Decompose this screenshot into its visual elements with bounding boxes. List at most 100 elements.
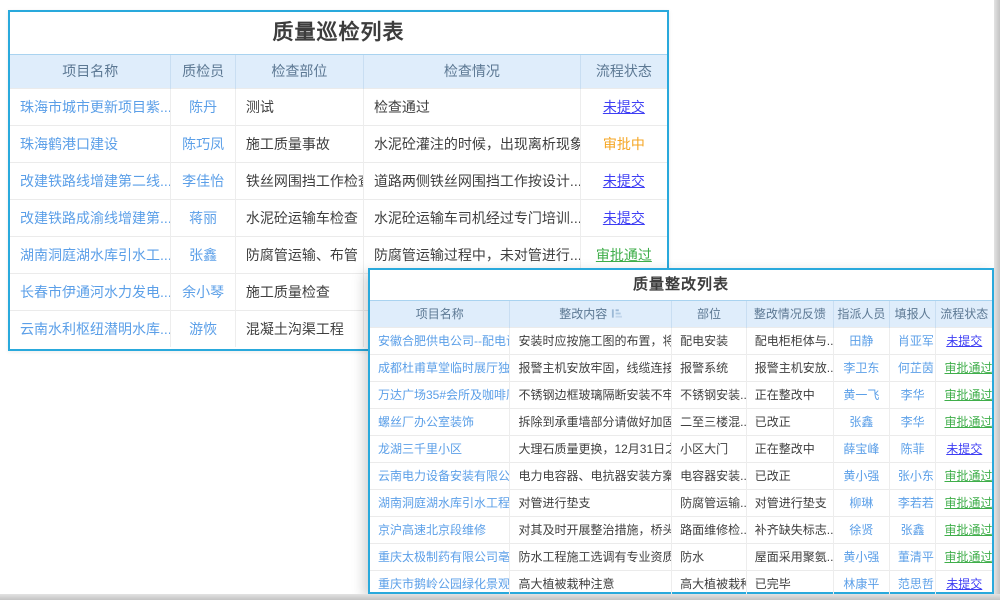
project-cell[interactable]: 重庆市鹅岭公园绿化景观提升... — [370, 570, 510, 597]
col-header-content[interactable]: 整改内容 — [510, 301, 672, 327]
col-header-part: 检查部位 — [235, 55, 363, 88]
reporter-cell[interactable]: 何芷茵 — [889, 354, 936, 381]
inspector-cell[interactable]: 余小琴 — [171, 273, 235, 310]
assignee-cell[interactable]: 李卫东 — [833, 354, 889, 381]
content-cell: 电力电容器、电抗器安装方案... — [510, 462, 672, 489]
project-cell[interactable]: 长春市伊通河水力发电... — [10, 273, 171, 310]
window-edge-right — [994, 0, 1000, 600]
feedback-cell: 补齐缺失标志... — [746, 516, 833, 543]
col-header-feedback: 整改情况反馈 — [746, 301, 833, 327]
inspector-cell[interactable]: 游恢 — [171, 310, 235, 347]
reporter-cell[interactable]: 董清平 — [889, 543, 936, 570]
reporter-cell[interactable]: 陈菲 — [889, 435, 936, 462]
reporter-cell[interactable]: 李华 — [889, 381, 936, 408]
inspector-cell[interactable]: 张鑫 — [171, 236, 235, 273]
project-cell[interactable]: 珠海鹤港口建设 — [10, 125, 171, 162]
table-row: 龙湖三千里小区大理石质量更换，12月31日之...小区大门正在整改中薛宝峰陈菲未… — [370, 435, 992, 462]
table-row: 螺丝厂办公室装饰拆除到承重墙部分请做好加固...二至三楼混...已改正张鑫李华审… — [370, 408, 992, 435]
assignee-cell[interactable]: 薛宝峰 — [833, 435, 889, 462]
col-header-status: 流程状态 — [580, 55, 667, 88]
table-row: 安徽合肥供电公司--配电设备...安装时应按施工图的布置，将...配电安装配电柜… — [370, 327, 992, 354]
reporter-cell[interactable]: 范思哲 — [889, 570, 936, 597]
content-cell: 对管进行垫支 — [510, 489, 672, 516]
table-row: 云南电力设备安装有限公司20...电力电容器、电抗器安装方案...电容器安装..… — [370, 462, 992, 489]
table-row: 成都杜甫草堂临时展厅独立展...报警主机安放牢固，线缆连接...报警系统报警主机… — [370, 354, 992, 381]
assignee-cell[interactable]: 徐贤 — [833, 516, 889, 543]
project-cell[interactable]: 重庆太极制药有限公司亳州中... — [370, 543, 510, 570]
project-cell[interactable]: 湖南洞庭湖水库引水工程施工I标 — [370, 489, 510, 516]
rectify-table-title: 质量整改列表 — [370, 270, 992, 301]
inspector-cell[interactable]: 陈巧凤 — [171, 125, 235, 162]
status-cell[interactable]: 审批通过 — [936, 489, 992, 516]
inspector-cell[interactable]: 李佳怡 — [171, 162, 235, 199]
status-cell[interactable]: 未提交 — [936, 327, 992, 354]
col-header-label: 检查部位 — [271, 63, 327, 79]
status-cell[interactable]: 未提交 — [580, 88, 667, 125]
status-cell[interactable]: 审批通过 — [936, 354, 992, 381]
project-cell[interactable]: 龙湖三千里小区 — [370, 435, 510, 462]
assignee-cell[interactable]: 黄小强 — [833, 543, 889, 570]
reporter-cell[interactable]: 肖亚军 — [889, 327, 936, 354]
content-cell: 拆除到承重墙部分请做好加固... — [510, 408, 672, 435]
part-cell: 混凝土沟渠工程 — [235, 310, 363, 347]
status-cell[interactable]: 审批中 — [580, 125, 667, 162]
project-cell[interactable]: 珠海市城市更新项目紫... — [10, 88, 171, 125]
project-cell[interactable]: 云南水利枢纽潜明水库... — [10, 310, 171, 347]
part-cell: 二至三楼混... — [672, 408, 747, 435]
status-cell[interactable]: 审批通过 — [936, 381, 992, 408]
status-cell[interactable]: 未提交 — [580, 162, 667, 199]
project-cell[interactable]: 螺丝厂办公室装饰 — [370, 408, 510, 435]
reporter-cell[interactable]: 李华 — [889, 408, 936, 435]
part-cell: 水泥砼运输车检查 — [235, 199, 363, 236]
part-cell: 高大植被栽种 — [672, 570, 747, 597]
col-header-project: 项目名称 — [370, 301, 510, 327]
col-header-assignee: 指派人员 — [833, 301, 889, 327]
status-cell[interactable]: 未提交 — [936, 435, 992, 462]
col-header-situation: 检查情况 — [363, 55, 580, 88]
assignee-cell[interactable]: 柳琳 — [833, 489, 889, 516]
assignee-cell[interactable]: 黄小强 — [833, 462, 889, 489]
situation-cell: 检查通过 — [363, 88, 580, 125]
feedback-cell: 配电柜柜体与... — [746, 327, 833, 354]
status-cell[interactable]: 未提交 — [936, 570, 992, 597]
project-cell[interactable]: 成都杜甫草堂临时展厅独立展... — [370, 354, 510, 381]
assignee-cell[interactable]: 田静 — [833, 327, 889, 354]
table-row: 重庆市鹅岭公园绿化景观提升...高大植被栽种注意高大植被栽种已完毕林康平范思哲未… — [370, 570, 992, 597]
col-header-label: 流程状态 — [596, 63, 652, 79]
project-cell[interactable]: 改建铁路线增建第二线... — [10, 162, 171, 199]
content-cell: 大理石质量更换，12月31日之... — [510, 435, 672, 462]
assignee-cell[interactable]: 黄一飞 — [833, 381, 889, 408]
part-cell: 防水 — [672, 543, 747, 570]
status-cell[interactable]: 审批通过 — [936, 543, 992, 570]
assignee-cell[interactable]: 张鑫 — [833, 408, 889, 435]
reporter-cell[interactable]: 李若若 — [889, 489, 936, 516]
reporter-cell[interactable]: 张小东 — [889, 462, 936, 489]
feedback-cell: 屋面采用聚氨... — [746, 543, 833, 570]
col-header-label: 流程状态 — [940, 307, 988, 321]
status-cell[interactable]: 审批通过 — [936, 408, 992, 435]
inspector-cell[interactable]: 陈丹 — [171, 88, 235, 125]
inspector-cell[interactable]: 蒋丽 — [171, 199, 235, 236]
project-cell[interactable]: 安徽合肥供电公司--配电设备... — [370, 327, 510, 354]
col-header-label: 质检员 — [182, 63, 224, 79]
project-cell[interactable]: 云南电力设备安装有限公司20... — [370, 462, 510, 489]
col-header-label: 整改内容 — [559, 307, 607, 321]
status-cell[interactable]: 未提交 — [580, 199, 667, 236]
quality-rectify-table-card: 质量整改列表 项目名称整改内容部位整改情况反馈指派人员填报人流程状态 安徽合肥供… — [368, 268, 994, 594]
assignee-cell[interactable]: 林康平 — [833, 570, 889, 597]
part-cell: 小区大门 — [672, 435, 747, 462]
part-cell: 施工质量事故 — [235, 125, 363, 162]
table-row: 改建铁路成渝线增建第...蒋丽水泥砼运输车检查水泥砼运输车司机经过专门培训...… — [10, 199, 667, 236]
content-cell: 对其及时开展整治措施，桥头... — [510, 516, 672, 543]
col-header-label: 部位 — [697, 307, 721, 321]
project-cell[interactable]: 改建铁路成渝线增建第... — [10, 199, 171, 236]
status-cell[interactable]: 审批通过 — [936, 462, 992, 489]
feedback-cell: 报警主机安放... — [746, 354, 833, 381]
project-cell[interactable]: 万达广场35#会所及咖啡厅空... — [370, 381, 510, 408]
project-cell[interactable]: 湖南洞庭湖水库引水工... — [10, 236, 171, 273]
content-cell: 安装时应按施工图的布置，将... — [510, 327, 672, 354]
col-header-label: 整改情况反馈 — [754, 307, 826, 321]
status-cell[interactable]: 审批通过 — [936, 516, 992, 543]
reporter-cell[interactable]: 张鑫 — [889, 516, 936, 543]
project-cell[interactable]: 京沪高速北京段维修 — [370, 516, 510, 543]
